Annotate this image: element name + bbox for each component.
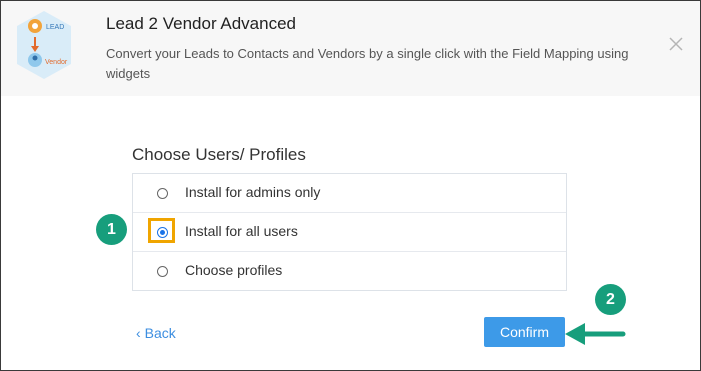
chevron-left-icon: ‹ <box>136 325 141 341</box>
confirm-button[interactable]: Confirm <box>484 317 565 347</box>
app-logo-icon: LEAD Vendor <box>17 11 71 79</box>
back-label: Back <box>144 325 176 341</box>
logo-text-bottom: Vendor <box>45 59 68 66</box>
app-title: Lead 2 Vendor Advanced <box>106 14 296 33</box>
step-2-badge: 2 <box>595 284 626 315</box>
step-1-badge: 1 <box>96 214 127 245</box>
dialog-header: LEAD Vendor Lead 2 Vendor Advanced Conve… <box>1 1 700 96</box>
option-label: Install for all users <box>185 223 298 239</box>
install-options-list: Install for admins only Install for all … <box>132 173 567 291</box>
app-install-dialog: LEAD Vendor Lead 2 Vendor Advanced Conve… <box>0 0 701 371</box>
back-link[interactable]: ‹ Back <box>136 325 176 341</box>
arrow-left-icon <box>565 323 626 345</box>
section-title: Choose Users/ Profiles <box>132 145 306 164</box>
radio-all-users[interactable] <box>157 227 168 238</box>
option-label: Install for admins only <box>185 184 321 200</box>
radio-admins-only[interactable] <box>157 188 168 199</box>
radio-choose-profiles[interactable] <box>157 266 168 277</box>
option-choose-profiles[interactable]: Choose profiles <box>133 251 566 290</box>
option-label: Choose profiles <box>185 262 283 278</box>
close-icon[interactable] <box>665 33 687 55</box>
app-description: Convert your Leads to Contacts and Vendo… <box>106 46 629 81</box>
option-all-users[interactable]: Install for all users <box>133 212 566 251</box>
logo-text-top: LEAD <box>46 24 64 31</box>
option-admins-only[interactable]: Install for admins only <box>133 174 566 212</box>
